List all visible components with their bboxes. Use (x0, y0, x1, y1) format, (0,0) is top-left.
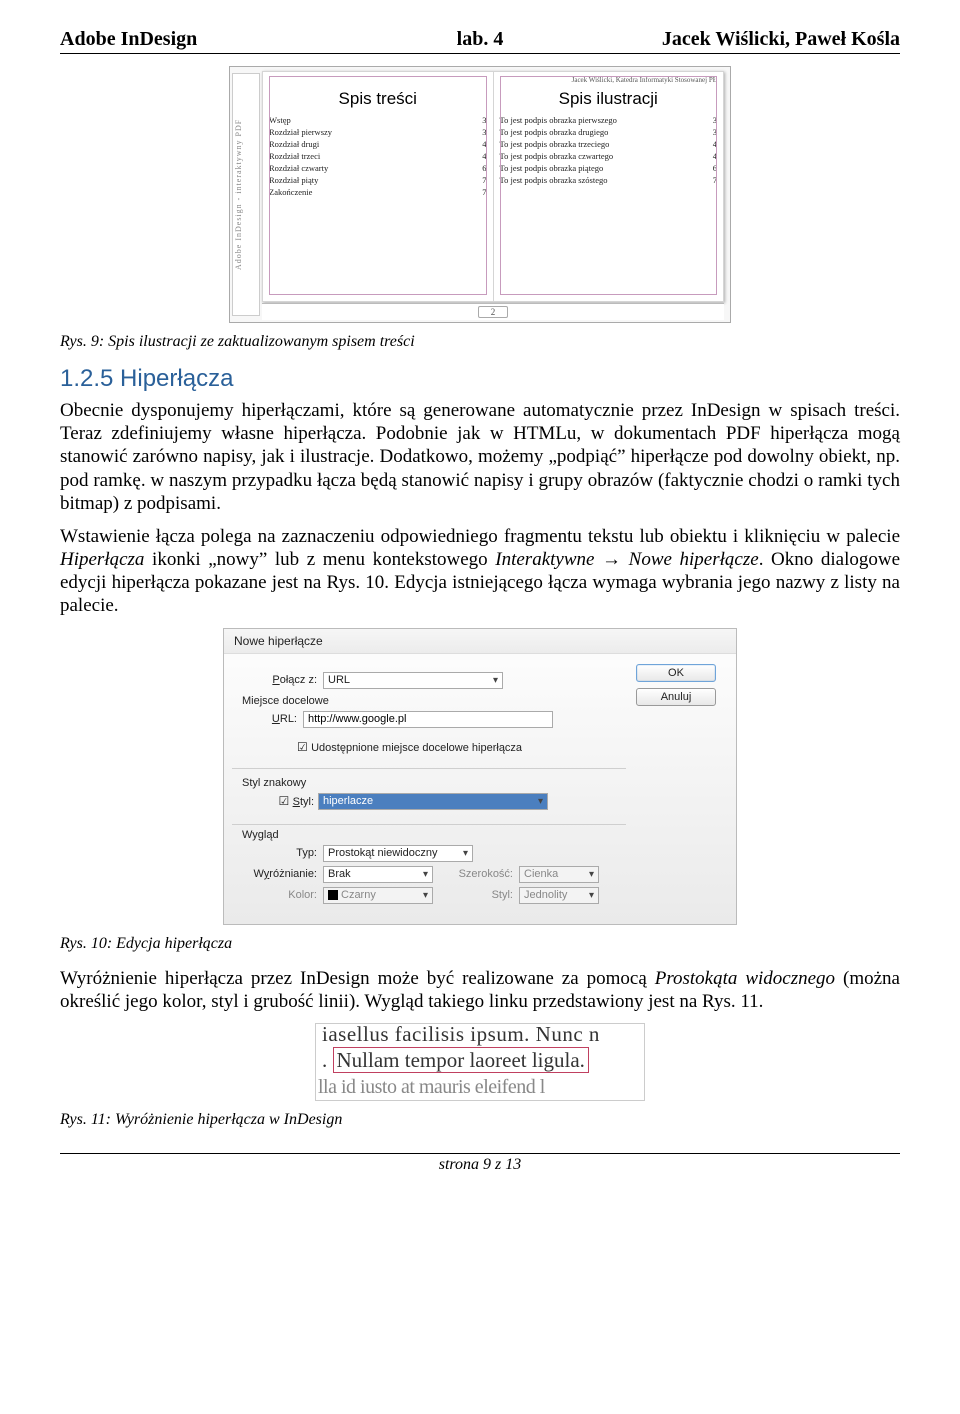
toc-row: To jest podpis obrazka drugiego3 (500, 127, 718, 137)
charstyle-dropdown[interactable]: hiperlacze (318, 793, 548, 810)
toc-list-right: To jest podpis obrazka pierwszego3 To jes… (500, 115, 718, 185)
feature-name: Prostokąta widocznego (655, 968, 835, 989)
highlight-label: Wyróżnianie: (242, 868, 323, 880)
toc-row: To jest podpis obrazka pierwszego3 (500, 115, 718, 125)
palette-name: Hiperłącza (60, 549, 144, 570)
toc-row: Rozdział drugi4 (269, 139, 487, 149)
toc-row: To jest podpis obrazka trzeciego4 (500, 139, 718, 149)
paragraph-2: Wstawienie łącza polega na zaznaczeniu o… (60, 525, 900, 618)
sample-line-2: . Nullam tempor laoreet ligula. (316, 1047, 644, 1073)
figure-toc-spread: Adobe InDesign - interaktywny PDF Spis t… (229, 66, 731, 323)
figure-caption-10: Rys. 10: Edycja hiperłącza (60, 935, 900, 953)
page-indicator-bar: 2 (262, 303, 724, 320)
rulestyle-dropdown: Jednolity (519, 887, 599, 904)
toc-row: To jest podpis obrazka szóstego7 (500, 175, 718, 185)
toc-row: Zakończenie7 (269, 187, 487, 197)
toc-title: Spis treści (269, 89, 487, 109)
dialog-title: Nowe hiperłącze (224, 629, 736, 654)
page-number-box: 2 (478, 306, 509, 318)
highlight-dropdown[interactable]: Brak (323, 866, 433, 883)
width-dropdown: Cienka (519, 866, 599, 883)
destination-header: Miejsce docelowe (242, 695, 626, 707)
page-footer: strona 9 z 13 (60, 1153, 900, 1174)
toc-row: Rozdział trzeci4 (269, 151, 487, 161)
page-right: Jacek Wiślicki, Katedra Informatyki Stos… (494, 71, 725, 302)
page-left: Spis treści Wstęp3 Rozdział pierwszy3 Rozd… (262, 71, 494, 302)
sample-line-3: lla id iusto at mauris eleifend l (316, 1075, 644, 1099)
figure-hyperlink-sample: iasellus facilisis ipsum. Nunc n . Nulla… (315, 1023, 645, 1101)
text: Wstawienie łącza polega na zaznaczeniu o… (60, 526, 900, 547)
figure-caption-9: Rys. 9: Spis ilustracji ze zaktualizowan… (60, 333, 900, 351)
share-destination-checkbox[interactable]: Udostępnione miejsce docelowe hiperłącza (297, 740, 522, 754)
menu-path: Interaktywne → Nowe hiperłącze (495, 549, 758, 570)
type-dropdown[interactable]: Prostokąt niewidoczny (323, 845, 473, 862)
toc-row: Wstęp3 (269, 115, 487, 125)
charstyle-header: Styl znakowy (242, 777, 626, 789)
appearance-header: Wygląd (242, 829, 626, 841)
header-mid: lab. 4 (457, 28, 504, 51)
page-meta: Jacek Wiślicki, Katedra Informatyki Stos… (500, 76, 718, 84)
paragraph-1: Obecnie dysponujemy hiperłączami, które … (60, 399, 900, 515)
width-label: Szerokość: (433, 868, 519, 880)
linkto-dropdown[interactable]: URL (323, 672, 503, 689)
url-input[interactable] (303, 711, 553, 728)
toc-row: Rozdział czwarty6 (269, 163, 487, 173)
sample-line-1: iasellus facilisis ipsum. Nunc n (316, 1023, 644, 1047)
toc-list-left: Wstęp3 Rozdział pierwszy3 Rozdział drugi4 R… (269, 115, 487, 197)
toc-row: To jest podpis obrazka czwartego4 (500, 151, 718, 161)
type-label: Typ: (242, 847, 323, 859)
section-heading: 1.2.5 Hiperłącza (60, 365, 900, 393)
visible-hyperlink-box: Nullam tempor laoreet ligula. (333, 1047, 589, 1073)
color-label: Kolor: (242, 889, 323, 901)
url-label: URL: (242, 713, 303, 725)
paragraph-3: Wyróżnienie hiperłącza przez InDesign mo… (60, 967, 900, 1013)
toc-row: To jest podpis obrazka piątego6 (500, 163, 718, 173)
document-spread: Spis treści Wstęp3 Rozdział pierwszy3 Rozd… (262, 71, 724, 302)
page-meta (269, 76, 487, 84)
header-right: Jacek Wiślicki, Paweł Kośla (503, 28, 900, 51)
linkto-label: Połącz z: (242, 674, 323, 686)
text: ikonki „nowy” lub z menu kontekstowego (144, 549, 495, 570)
figure-caption-11: Rys. 11: Wyróżnienie hiperłącza w InDesi… (60, 1111, 900, 1129)
app-titlebar-vertical: Adobe InDesign - interaktywny PDF (232, 73, 260, 316)
header-left: Adobe InDesign (60, 28, 457, 51)
cancel-button[interactable]: Anuluj (636, 688, 716, 706)
illus-title: Spis ilustracji (500, 89, 718, 109)
rulestyle-label: Styl: (433, 889, 519, 901)
ok-button[interactable]: OK (636, 664, 716, 682)
toc-row: Rozdział pierwszy3 (269, 127, 487, 137)
color-dropdown: Czarny (323, 887, 433, 904)
toc-row: Rozdział piąty7 (269, 175, 487, 185)
style-checkbox[interactable]: Styl: (264, 794, 314, 808)
page-header: Adobe InDesign lab. 4 Jacek Wiślicki, Pa… (60, 28, 900, 54)
text: Wyróżnienie hiperłącza przez InDesign mo… (60, 968, 655, 989)
dialog-new-hyperlink: Nowe hiperłącze Połącz z: URL Miejsce do… (223, 628, 737, 925)
